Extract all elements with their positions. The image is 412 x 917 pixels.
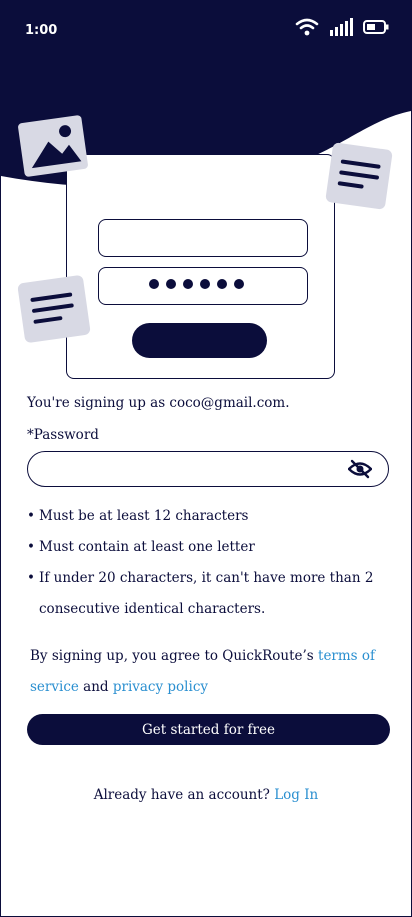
illustration-password-field xyxy=(98,267,308,305)
password-requirement: Must contain at least one letter xyxy=(27,532,387,563)
illustration-button xyxy=(132,323,267,358)
get-started-button[interactable]: Get started for free xyxy=(27,714,390,745)
password-field[interactable] xyxy=(27,451,389,487)
login-prompt-text: Already have an account? xyxy=(93,787,270,803)
signup-agreement: By signing up, you agree to QuickRoute’s… xyxy=(30,641,385,703)
hide-password-icon[interactable] xyxy=(348,459,372,479)
cellular-signal-icon xyxy=(330,18,353,36)
privacy-policy-link[interactable]: privacy policy xyxy=(113,679,208,695)
login-illustration-card xyxy=(66,154,335,379)
password-requirements-list: Must be at least 12 characters Must cont… xyxy=(27,501,387,625)
illustration-username-field xyxy=(98,219,308,257)
signup-email-notice: You're signing up as coco@gmail.com. xyxy=(27,395,290,411)
agreement-join: and xyxy=(78,679,113,695)
app-screen: 1:00 You're signing up as coco@gmail.com… xyxy=(0,0,412,917)
status-bar: 1:00 xyxy=(1,1,411,61)
status-time: 1:00 xyxy=(25,23,58,38)
wifi-icon xyxy=(295,18,319,36)
agreement-prefix: By signing up, you agree to QuickRoute’s xyxy=(30,648,319,664)
password-label: *Password xyxy=(27,427,99,443)
password-requirement: If under 20 characters, it can't have mo… xyxy=(27,563,387,625)
illustration-password-dots xyxy=(149,279,244,289)
log-in-link[interactable]: Log In xyxy=(274,787,318,803)
login-prompt-row: Already have an account? Log In xyxy=(1,787,411,803)
battery-icon xyxy=(363,20,389,34)
password-requirement: Must be at least 12 characters xyxy=(27,501,387,532)
